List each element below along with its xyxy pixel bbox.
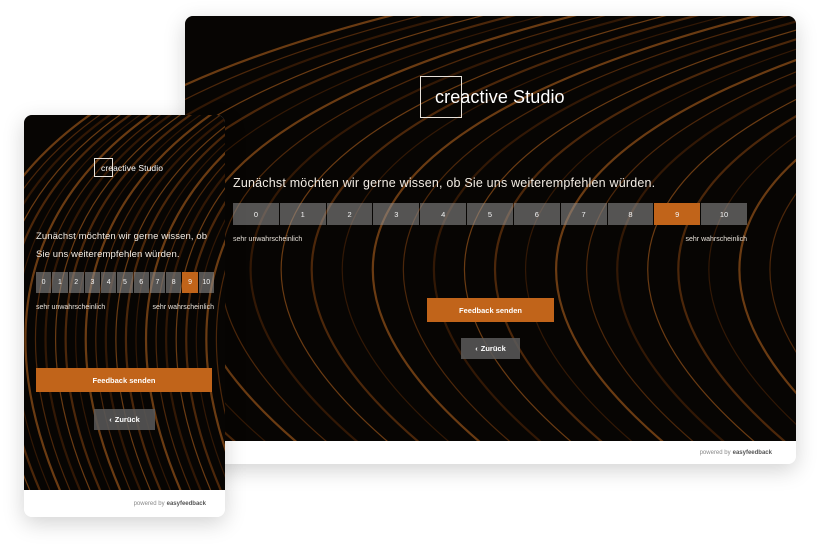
- mobile-survey-preview: creactive Studio Zunächst möchten wir ge…: [24, 115, 225, 517]
- scale-high-label: sehr wahrscheinlich: [685, 236, 747, 243]
- scale-option[interactable]: 1: [52, 272, 68, 293]
- brand-name: creactive Studio: [101, 163, 164, 173]
- scale-option[interactable]: 7: [149, 272, 166, 293]
- scale-high-label: sehr wahrscheinlich: [152, 304, 214, 311]
- brand-logo: creactive Studio: [420, 76, 565, 118]
- chevron-left-icon: ‹: [109, 415, 112, 424]
- nps-scale: 0 1 2 3 4 5 6 7 8 9 10: [233, 203, 747, 225]
- scale-option[interactable]: 8: [166, 272, 182, 293]
- scale-option[interactable]: 3: [373, 203, 420, 225]
- powered-by-footer: powered by easyfeedback: [24, 490, 225, 517]
- scale-option[interactable]: 3: [84, 272, 101, 293]
- back-button[interactable]: ‹ Zurück: [94, 409, 155, 430]
- scale-option[interactable]: 7: [560, 203, 607, 225]
- scale-option[interactable]: 9: [654, 203, 701, 225]
- scale-option[interactable]: 4: [101, 272, 117, 293]
- feedback-submit-button[interactable]: Feedback senden: [427, 298, 554, 322]
- powered-by-text: powered by: [699, 449, 731, 456]
- survey-question: Zunächst möchten wir gerne wissen, ob Si…: [233, 176, 656, 190]
- provider-link[interactable]: easyfeedback: [167, 501, 206, 507]
- scale-option[interactable]: 10: [701, 203, 747, 225]
- scale-option[interactable]: 9: [182, 272, 198, 293]
- chevron-left-icon: ‹: [475, 344, 478, 353]
- brand-name: creactive Studio: [435, 87, 565, 107]
- powered-by-text: powered by: [133, 500, 165, 507]
- scale-option[interactable]: 2: [68, 272, 84, 293]
- scale-option[interactable]: 10: [198, 272, 214, 293]
- scale-option[interactable]: 1: [279, 203, 326, 225]
- back-button-label: Zurück: [480, 344, 506, 353]
- feedback-submit-button[interactable]: Feedback senden: [36, 368, 212, 392]
- back-button[interactable]: ‹ Zurück: [461, 338, 520, 359]
- scale-option[interactable]: 4: [420, 203, 467, 225]
- scale-option[interactable]: 5: [117, 272, 133, 293]
- hero-background: creactive Studio Zunächst möchten wir ge…: [24, 115, 225, 490]
- scale-option[interactable]: 6: [513, 203, 560, 225]
- hero-background: creactive Studio Zunächst möchten wir ge…: [185, 16, 796, 441]
- brand-logo: creactive Studio: [94, 158, 163, 178]
- provider-link[interactable]: easyfeedback: [733, 450, 772, 456]
- scale-option[interactable]: 6: [133, 272, 149, 293]
- powered-by-footer: powered by easyfeedback: [185, 441, 796, 464]
- desktop-survey-preview: creactive Studio Zunächst möchten wir ge…: [185, 16, 796, 464]
- survey-question: Zunächst möchten wir gerne wissen, ob Si…: [36, 231, 208, 260]
- scale-option[interactable]: 8: [607, 203, 654, 225]
- scale-option[interactable]: 0: [233, 203, 279, 225]
- scale-option[interactable]: 2: [326, 203, 373, 225]
- scale-option[interactable]: 5: [467, 203, 513, 225]
- scale-option[interactable]: 0: [36, 272, 52, 293]
- back-button-label: Zurück: [114, 415, 140, 424]
- scale-low-label: sehr unwahrscheinlich: [233, 236, 303, 243]
- nps-scale: 0 1 2 3 4 5 6 7 8 9 10: [36, 272, 214, 293]
- scale-low-label: sehr unwahrscheinlich: [36, 304, 106, 311]
